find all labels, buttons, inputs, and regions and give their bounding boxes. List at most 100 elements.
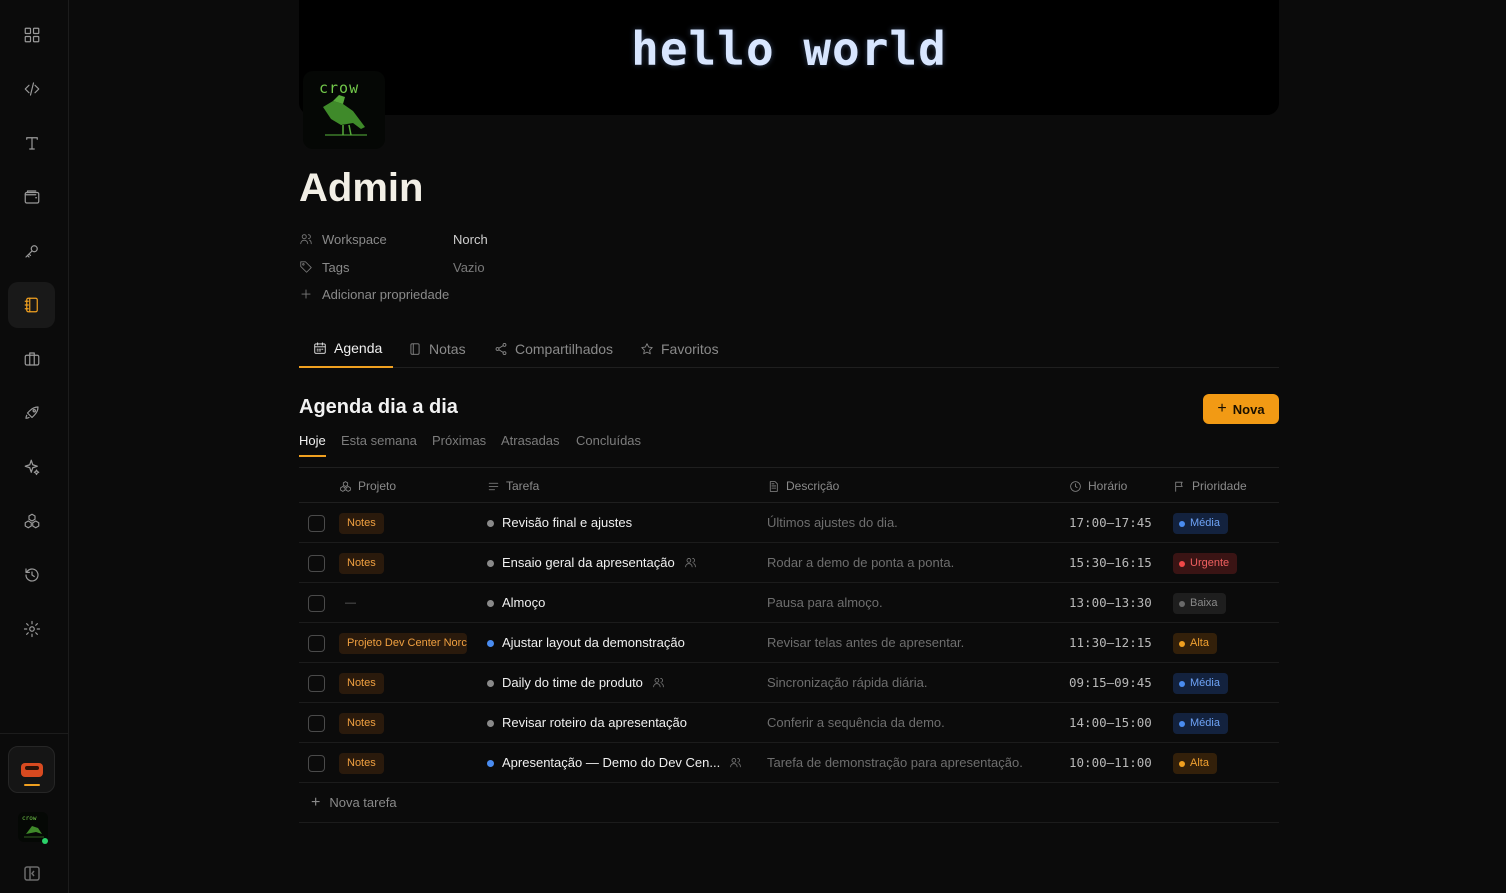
table-row[interactable]: Projeto Dev Center Norch Ajustar layout d…: [299, 623, 1279, 663]
table-row[interactable]: — Almoço Pausa para almoço. 13:00–13:30 Baix…: [299, 583, 1279, 623]
tab-compartilhados[interactable]: Compartilhados: [494, 330, 613, 368]
project-badge[interactable]: Notes: [339, 673, 384, 694]
sidebar-item-history[interactable]: [8, 552, 55, 598]
sidebar-item-rocket[interactable]: [8, 390, 55, 436]
task-description[interactable]: Rodar a demo de ponta a ponta.: [767, 555, 954, 570]
task-description[interactable]: Sincronização rápida diária.: [767, 675, 927, 690]
sidebar-item-text[interactable]: [8, 120, 55, 166]
priority-badge[interactable]: Baixa: [1173, 593, 1226, 614]
task-time[interactable]: 11:30–12:15: [1069, 635, 1152, 650]
property-tags[interactable]: Tags: [299, 258, 349, 276]
sidebar-item-apps[interactable]: [8, 498, 55, 544]
sidebar-item-settings[interactable]: [8, 606, 55, 652]
sidebar-item-wallet[interactable]: [8, 174, 55, 220]
row-checkbox[interactable]: [308, 635, 325, 652]
row-checkbox[interactable]: [308, 675, 325, 692]
task-status-dot: [487, 560, 494, 567]
task-title[interactable]: Ensaio geral da apresentação: [502, 555, 697, 570]
key-icon: [24, 245, 38, 258]
task-title[interactable]: Ajustar layout da demonstração: [502, 635, 685, 650]
row-checkbox[interactable]: [308, 555, 325, 572]
tab-agenda[interactable]: Agenda: [299, 330, 393, 368]
priority-badge[interactable]: Alta: [1173, 753, 1217, 774]
priority-badge[interactable]: Urgente: [1173, 553, 1238, 574]
tab-notas[interactable]: Notas: [408, 330, 466, 368]
sidebar-item-sparkles[interactable]: [8, 444, 55, 490]
filter-atrasadas[interactable]: Atrasadas: [501, 430, 560, 457]
priority-badge[interactable]: Alta: [1173, 633, 1217, 654]
calendar-icon: [314, 342, 326, 354]
task-time[interactable]: 09:15–09:45: [1069, 675, 1152, 690]
app-switcher-button[interactable]: [8, 746, 55, 793]
table-row[interactable]: Notes Revisar roteiro da apresentação Conf…: [299, 703, 1279, 743]
table-row[interactable]: Notes Apresentação — Demo do Dev Cen... Ta…: [299, 743, 1279, 783]
collapse-sidebar-button[interactable]: [24, 866, 40, 881]
new-task-button[interactable]: + Nova: [1203, 394, 1279, 424]
priority-badge[interactable]: Média: [1173, 673, 1228, 694]
column-tarefa[interactable]: Tarefa: [487, 468, 539, 504]
column-descricao[interactable]: Descrição: [767, 468, 839, 504]
column-projeto[interactable]: Projeto: [339, 468, 396, 504]
task-title[interactable]: Almoço: [502, 595, 545, 610]
view-tabs: Agenda Notas Compartilhados Favoritos: [299, 330, 1279, 368]
task-time[interactable]: 17:00–17:45: [1069, 515, 1152, 530]
project-badge[interactable]: Notes: [339, 553, 384, 574]
row-checkbox[interactable]: [308, 755, 325, 772]
page-title[interactable]: Admin: [299, 166, 423, 211]
task-title[interactable]: Apresentação — Demo do Dev Cen...: [502, 755, 742, 770]
row-checkbox[interactable]: [308, 715, 325, 732]
task-description[interactable]: Tarefa de demonstração para apresentação…: [767, 755, 1023, 770]
project-badge[interactable]: Notes: [339, 713, 384, 734]
task-time[interactable]: 14:00–15:00: [1069, 715, 1152, 730]
property-value-workspace[interactable]: Norch: [453, 232, 488, 247]
task-time[interactable]: 13:00–13:30: [1069, 595, 1152, 610]
add-property-button[interactable]: Adicionar propriedade: [299, 285, 449, 303]
task-time[interactable]: 10:00–11:00: [1069, 755, 1152, 770]
filter-hoje[interactable]: Hoje: [299, 430, 326, 457]
table-body: Notes Revisão final e ajustes Últimos ajus…: [299, 503, 1279, 783]
project-badge[interactable]: Notes: [339, 513, 384, 534]
new-button-label: Nova: [1232, 401, 1265, 417]
row-checkbox[interactable]: [308, 515, 325, 532]
filter-esta-semana[interactable]: Esta semana: [341, 430, 417, 457]
task-title[interactable]: Daily do time de produto: [502, 675, 665, 690]
column-prioridade[interactable]: Prioridade: [1173, 468, 1247, 504]
priority-dot: [1179, 640, 1185, 647]
table-row[interactable]: Notes Daily do time de produto Sincronizaç…: [299, 663, 1279, 703]
priority-badge[interactable]: Média: [1173, 513, 1228, 534]
sidebar-item-notebook[interactable]: [8, 282, 55, 328]
new-task-row[interactable]: + Nova tarefa: [299, 783, 1279, 823]
project-badge[interactable]: Projeto Dev Center Norch: [339, 633, 467, 654]
priority-badge[interactable]: Média: [1173, 713, 1228, 734]
sidebar-item-key[interactable]: [8, 228, 55, 274]
sidebar-item-briefcase[interactable]: [8, 336, 55, 382]
row-checkbox[interactable]: [308, 595, 325, 612]
property-workspace[interactable]: Workspace: [299, 230, 387, 248]
tab-favoritos[interactable]: Favoritos: [640, 330, 719, 368]
task-title[interactable]: Revisão final e ajustes: [502, 515, 632, 530]
briefcase-icon: [24, 352, 39, 366]
task-description[interactable]: Revisar telas antes de apresentar.: [767, 635, 964, 650]
project-badge[interactable]: —: [339, 593, 362, 614]
clock-icon: [1070, 480, 1081, 492]
table-row[interactable]: Notes Ensaio geral da apresentação Rodar a…: [299, 543, 1279, 583]
filter-concluidas[interactable]: Concluídas: [576, 430, 641, 457]
grid-icon: [24, 27, 39, 43]
sidebar: crow: [0, 0, 69, 893]
page-icon[interactable]: crow: [303, 71, 385, 149]
filter-proximas[interactable]: Próximas: [432, 430, 486, 457]
property-value-tags[interactable]: Vazio: [453, 260, 485, 275]
task-description[interactable]: Últimos ajustes do dia.: [767, 515, 898, 530]
sidebar-item-grid[interactable]: [8, 12, 55, 58]
sidebar-item-code[interactable]: [8, 66, 55, 112]
project-badge[interactable]: Notes: [339, 753, 384, 774]
table-row[interactable]: Notes Revisão final e ajustes Últimos ajus…: [299, 503, 1279, 543]
column-label: Tarefa: [506, 479, 540, 493]
task-title[interactable]: Revisar roteiro da apresentação: [502, 715, 687, 730]
column-horario[interactable]: Horário: [1069, 468, 1127, 504]
page-cover[interactable]: hello world: [299, 0, 1279, 115]
task-description[interactable]: Pausa para almoço.: [767, 595, 883, 610]
task-description[interactable]: Conferir a sequência da demo.: [767, 715, 945, 730]
task-time[interactable]: 15:30–16:15: [1069, 555, 1152, 570]
task-title-text: Almoço: [502, 595, 546, 610]
